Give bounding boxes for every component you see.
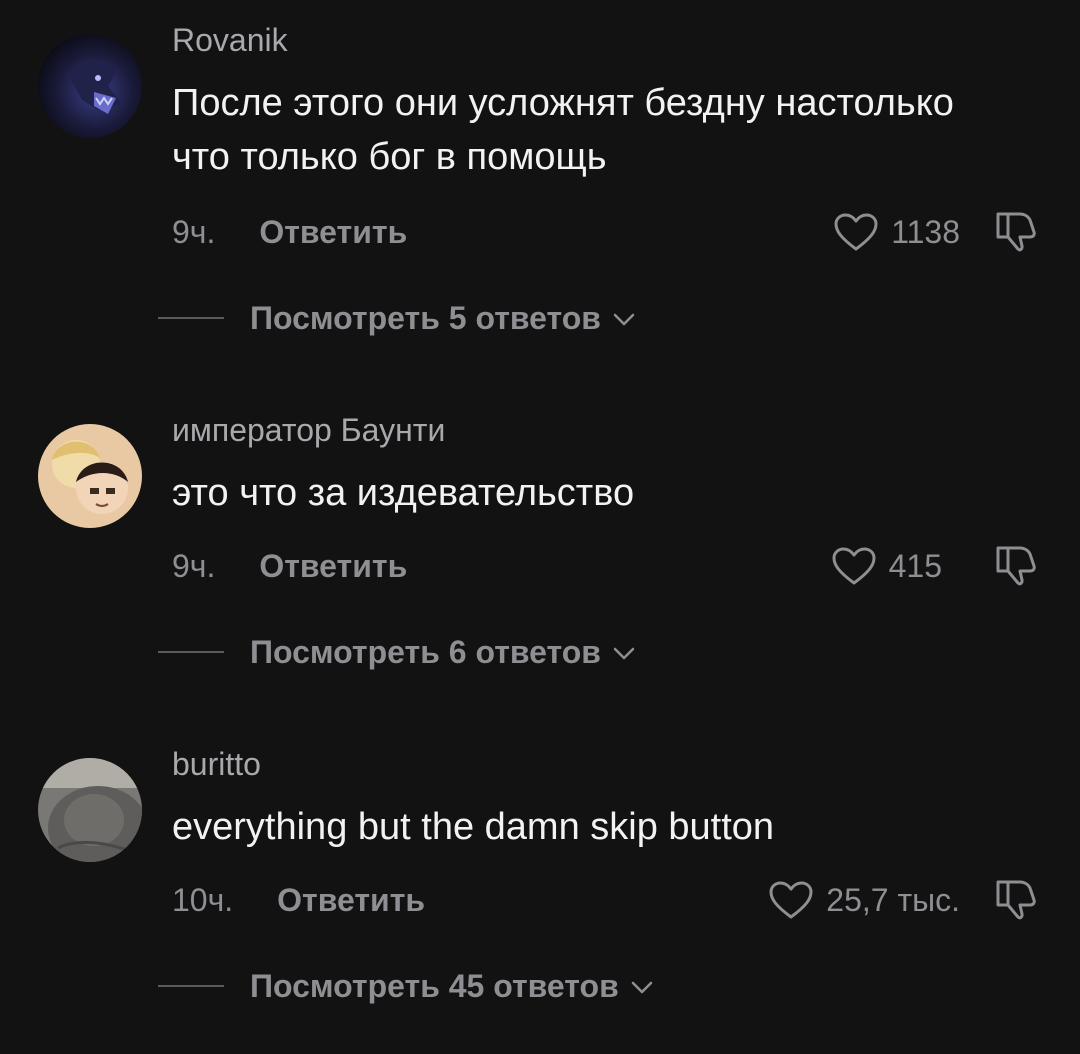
view-replies-label: Посмотреть 5 ответов xyxy=(250,299,601,336)
avatar[interactable] xyxy=(38,34,142,138)
like-button[interactable]: 415 xyxy=(831,546,942,586)
like-button[interactable]: 1138 xyxy=(833,212,960,252)
avatar[interactable] xyxy=(38,758,142,862)
comment-time: 9ч. xyxy=(172,547,216,584)
thumbs-down-icon xyxy=(996,212,1036,252)
avatar[interactable] xyxy=(38,424,142,528)
like-count: 415 xyxy=(888,547,942,584)
gray-cat-avatar-icon xyxy=(38,758,142,862)
comment-username[interactable]: император Баунти xyxy=(172,412,445,449)
thumbs-down-icon xyxy=(996,546,1036,586)
like-count: 25,7 тыс. xyxy=(826,881,960,918)
replies-divider xyxy=(158,985,224,987)
comment-username[interactable]: buritto xyxy=(172,746,261,783)
comment-item: император Баунти это что за издевательст… xyxy=(0,390,1080,720)
replies-divider xyxy=(158,651,224,653)
comment-meta: 10ч. Ответить xyxy=(172,880,425,920)
comment-username[interactable]: Rovanik xyxy=(172,22,288,59)
view-replies-button[interactable]: Посмотреть 5 ответов xyxy=(158,298,635,338)
like-count: 1138 xyxy=(891,213,960,250)
heart-icon xyxy=(832,547,876,585)
chevron-down-icon xyxy=(631,981,652,994)
comment-text: everything but the damn skip button xyxy=(172,806,775,848)
comment-meta: 9ч. Ответить xyxy=(172,212,407,252)
anime-characters-avatar-icon xyxy=(38,424,142,528)
heart-icon xyxy=(834,213,878,251)
comment-text: это что за издевательство xyxy=(172,472,635,514)
comment-meta: 9ч. Ответить xyxy=(172,546,407,586)
view-replies-label: Посмотреть 45 ответов xyxy=(250,967,619,1004)
like-button[interactable]: 25,7 тыс. xyxy=(768,880,960,920)
dragon-avatar-icon xyxy=(38,34,142,138)
view-replies-button[interactable]: Посмотреть 45 ответов xyxy=(158,966,653,1006)
comment-text: После этого они усложнят бездну настольк… xyxy=(172,82,954,178)
reply-button[interactable]: Ответить xyxy=(259,214,407,251)
comment-time: 9ч. xyxy=(172,213,216,250)
comment-item: Rovanik После этого они усложнят бездну … xyxy=(0,0,1080,336)
dislike-button[interactable] xyxy=(990,540,1042,588)
heart-icon xyxy=(769,881,813,919)
view-replies-button[interactable]: Посмотреть 6 ответов xyxy=(158,632,635,672)
dislike-button[interactable] xyxy=(990,874,1042,922)
comment-item: buritto everything but the damn skip but… xyxy=(0,724,1080,1054)
chevron-down-icon xyxy=(613,313,635,326)
view-replies-label: Посмотреть 6 ответов xyxy=(250,633,601,670)
comment-time: 10ч. xyxy=(172,881,234,918)
reply-button[interactable]: Ответить xyxy=(259,548,407,585)
dislike-button[interactable] xyxy=(990,206,1042,254)
replies-divider xyxy=(158,317,224,319)
reply-button[interactable]: Ответить xyxy=(277,882,425,919)
chevron-down-icon xyxy=(613,647,635,660)
thumbs-down-icon xyxy=(996,880,1036,920)
